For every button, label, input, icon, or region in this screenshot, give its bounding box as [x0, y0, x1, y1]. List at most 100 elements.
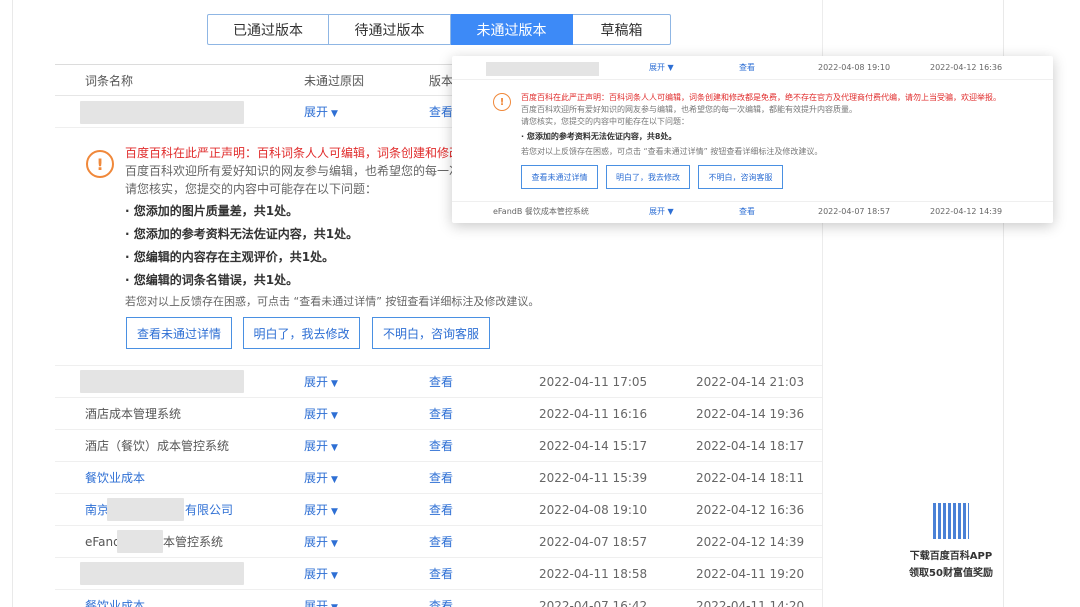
- view-link[interactable]: 查看: [429, 462, 453, 494]
- view-link[interactable]: 查看: [429, 558, 453, 590]
- submit-time: 2022-04-11 16:16: [539, 407, 648, 421]
- notice-statement: 百度百科在此严正声明：百科词条人人可编辑，词条创建和修改都是免费: [125, 146, 456, 160]
- issue-item: · 您添加的参考资料无法佐证内容，共1处。: [125, 227, 359, 241]
- entry-name: 酒店成本管理系统: [85, 407, 182, 421]
- expand-link[interactable]: 展开 ▼: [649, 58, 674, 78]
- review-time: 2022-04-14 18:11: [696, 471, 805, 485]
- review-time: 2022-04-11 14:20: [696, 599, 805, 607]
- view-link[interactable]: 查看: [429, 430, 453, 462]
- redacted-name: [80, 562, 244, 585]
- caret-down-icon: ▼: [667, 63, 674, 72]
- view-details-button[interactable]: 查看未通过详情: [521, 165, 598, 189]
- issue-item: · 您编辑的内容存在主观评价，共1处。: [125, 250, 335, 264]
- submit-time: 2022-04-11 17:05: [539, 375, 648, 389]
- review-time: 2022-04-14 21:03: [696, 375, 805, 389]
- submit-time: 2022-04-11 15:39: [539, 471, 648, 485]
- view-link[interactable]: 查看: [429, 526, 453, 558]
- caret-down-icon: ▼: [331, 571, 338, 581]
- card-issue-item: · 您添加的参考资料无法佐证内容，共8处。: [521, 132, 677, 141]
- review-time: 2022-04-12 14:39: [930, 207, 1003, 216]
- card-row: eFandB 餐饮成本管控系统 展开 ▼ 查看 2022-04-07 18:57…: [452, 202, 1053, 222]
- entry-name-link[interactable]: 餐饮业成本: [85, 462, 145, 494]
- tab-rejected[interactable]: 未通过版本: [451, 14, 573, 45]
- tab-approved[interactable]: 已通过版本: [207, 14, 329, 45]
- table-row: 南京 有限公司 展开 ▼ 查看 2022-04-08 19:10 2022-04-…: [55, 494, 822, 526]
- expand-link[interactable]: 展开▼: [304, 398, 338, 430]
- understood-button[interactable]: 明白了，我去修改: [606, 165, 690, 189]
- notice-preview-card: 展开 ▼ 查看 2022-04-08 19:10 2022-04-12 16:3…: [452, 56, 1053, 223]
- expand-link[interactable]: 展开▼: [304, 462, 338, 494]
- view-link[interactable]: 查看: [739, 58, 755, 78]
- card-statement: 百度百科在此严正声明：百科词条人人可编辑，词条创建和修改都是免费，绝不存在官方及…: [521, 93, 1001, 102]
- submit-time: 2022-04-11 18:58: [539, 567, 648, 581]
- submit-time: 2022-04-14 15:17: [539, 439, 648, 453]
- entry-name: eFandB 餐饮成本管控系统: [493, 207, 589, 216]
- expand-link[interactable]: 展开▼: [304, 96, 338, 128]
- redacted-name: [80, 370, 244, 393]
- caret-down-icon: ▼: [331, 379, 338, 389]
- issue-item: · 您编辑的词条名错误，共1处。: [125, 273, 299, 287]
- understood-button[interactable]: 明白了，我去修改: [243, 317, 360, 349]
- divider: [452, 79, 1053, 80]
- table-row: eFand 本管控系统 展开 ▼ 查看 2022-04-07 18:57 2022…: [55, 526, 822, 558]
- submit-time: 2022-04-07 18:57: [818, 207, 891, 216]
- notice-intro: 百度百科欢迎所有爱好知识的网友参与编辑，也希望您的每一次编辑: [125, 164, 456, 178]
- qr-code-icon[interactable]: [933, 503, 969, 539]
- entry-name: 酒店（餐饮）成本管控系统: [85, 439, 230, 453]
- entry-name: eFand: [85, 535, 121, 549]
- table-row: 餐饮业成本 展开▼ 查看 2022-04-07 16:42 2022-04-11…: [55, 590, 822, 607]
- expand-link[interactable]: 展开▼: [304, 366, 338, 398]
- caret-down-icon: ▼: [331, 539, 338, 549]
- review-time: 2022-04-11 19:20: [696, 567, 805, 581]
- header-version: 版本: [429, 73, 454, 88]
- caret-down-icon: ▼: [331, 443, 338, 453]
- review-time: 2022-04-12 16:36: [930, 63, 1003, 72]
- entry-name-link[interactable]: 餐饮业成本: [85, 590, 145, 607]
- card-check: 请您核实，您提交的内容中可能存在以下问题：: [521, 117, 689, 126]
- card-footer: 若您对以上反馈存在困惑，可点击 “查看未通过详情” 按钮查看详细标注及修改建议。: [521, 147, 823, 156]
- contact-support-button[interactable]: 不明白，咨询客服: [698, 165, 783, 189]
- expand-link[interactable]: 展开▼: [304, 494, 338, 526]
- view-link[interactable]: 查看: [739, 202, 755, 222]
- app-download-promo[interactable]: 下载百度百科APP 领取50财富值奖励: [908, 503, 994, 579]
- promo-subtitle: 领取50财富值奖励: [909, 568, 993, 579]
- view-link[interactable]: 查看: [429, 366, 453, 398]
- card-intro: 百度百科欢迎所有爱好知识的网友参与编辑，也希望您的每一次编辑，都能有效提升内容质…: [521, 105, 857, 114]
- caret-down-icon: ▼: [331, 475, 338, 485]
- header-name: 词条名称: [85, 73, 134, 88]
- submit-time: 2022-04-08 19:10: [539, 503, 648, 517]
- entry-name-link[interactable]: 南京: [85, 494, 109, 526]
- view-link[interactable]: 查看: [429, 398, 453, 430]
- view-link[interactable]: 查看: [429, 590, 453, 607]
- notice-footer: 若您对以上反馈存在困惑，可点击 “查看未通过详情” 按钮查看详细标注及修改建议。: [125, 295, 540, 308]
- caret-down-icon: ▼: [331, 507, 338, 517]
- view-link[interactable]: 查看: [429, 494, 453, 526]
- caret-down-icon: ▼: [667, 207, 674, 216]
- table-row: 酒店成本管理系统 展开 ▼ 查看 2022-04-11 16:16 2022-04…: [55, 398, 822, 430]
- tab-pending[interactable]: 待通过版本: [329, 14, 451, 45]
- contact-support-button[interactable]: 不明白，咨询客服: [372, 317, 490, 349]
- submit-time: 2022-04-07 18:57: [539, 535, 648, 549]
- promo-title: 下载百度百科APP: [909, 551, 993, 562]
- redacted-name: [117, 530, 163, 553]
- expand-link[interactable]: 展开 ▼: [649, 202, 674, 222]
- view-link[interactable]: 查看: [429, 96, 453, 128]
- view-details-button[interactable]: 查看未通过详情: [126, 317, 232, 349]
- notice-check: 请您核实，您提交的内容中可能存在以下问题：: [125, 182, 378, 196]
- warning-icon: !: [86, 150, 114, 178]
- redacted-name: [486, 62, 599, 76]
- expand-link[interactable]: 展开▼: [304, 430, 338, 462]
- expand-link[interactable]: 展开▼: [304, 526, 338, 558]
- header-reason: 未通过原因: [304, 73, 365, 88]
- table-row: 餐饮业成本 展开 ▼ 查看 2022-04-11 15:39 2022-04-14…: [55, 462, 822, 494]
- review-time: 2022-04-14 19:36: [696, 407, 805, 421]
- version-tabs: 已通过版本 待通过版本 未通过版本 草稿箱: [207, 14, 671, 45]
- redacted-name: [80, 101, 244, 124]
- expand-link[interactable]: 展开▼: [304, 558, 338, 590]
- expand-link[interactable]: 展开▼: [304, 590, 338, 607]
- table-row: 酒店（餐饮）成本管控系统 展开 ▼ 查看 2022-04-14 15:17 202…: [55, 430, 822, 462]
- entry-name-link[interactable]: 有限公司: [185, 494, 233, 526]
- redacted-name: [107, 498, 184, 521]
- caret-down-icon: ▼: [331, 411, 338, 421]
- tab-drafts[interactable]: 草稿箱: [573, 14, 671, 45]
